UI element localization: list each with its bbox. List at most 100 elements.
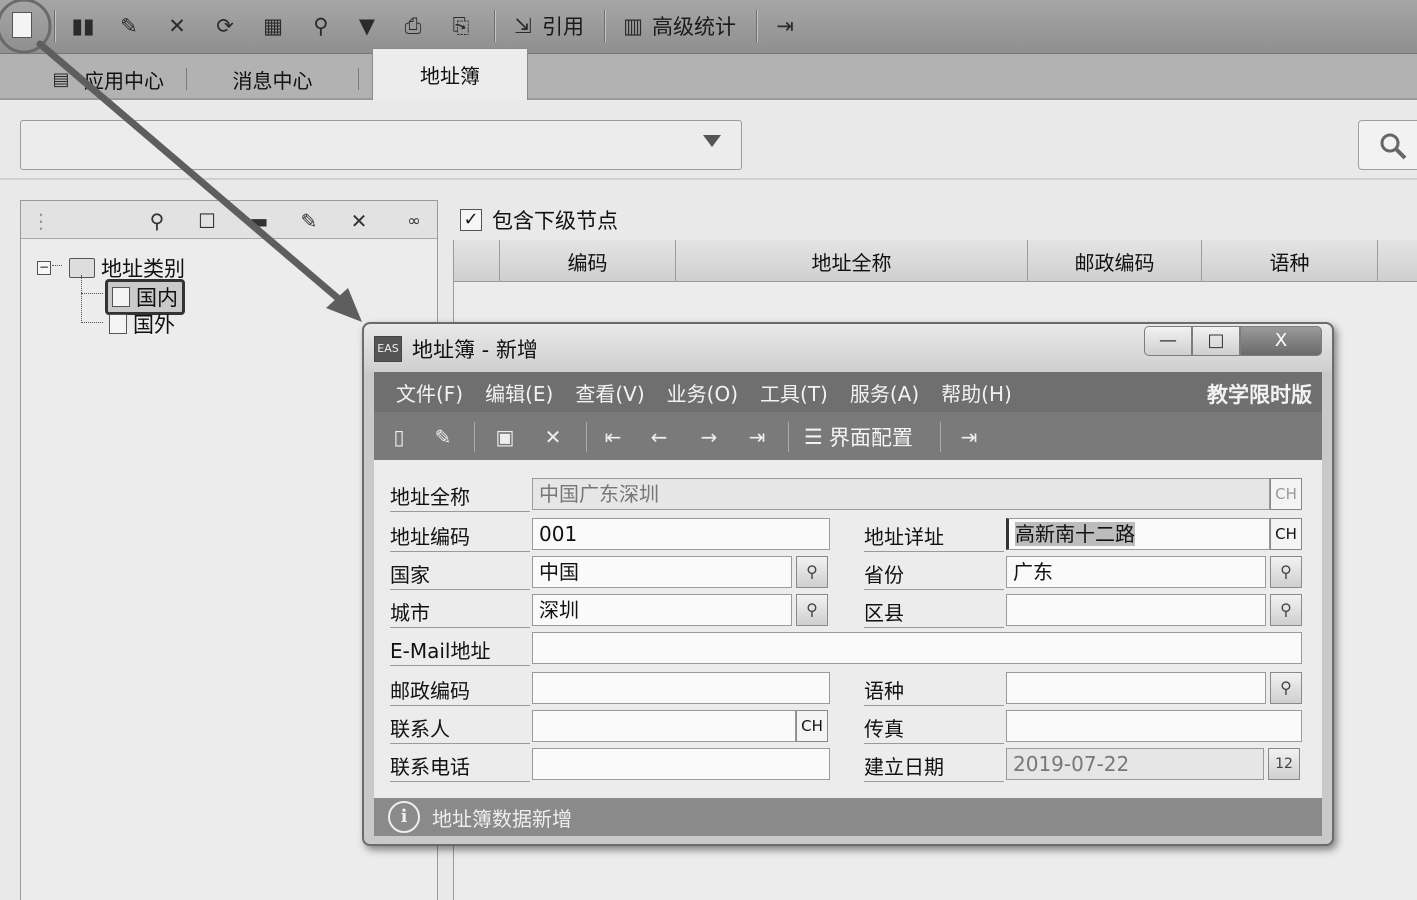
menu-help[interactable]: 帮助(H) bbox=[941, 378, 1012, 407]
calculator-icon: ▦ bbox=[263, 14, 283, 38]
drag-handle-icon[interactable]: ⋮ bbox=[29, 209, 53, 233]
binoculars-icon[interactable]: ∞ bbox=[397, 209, 431, 233]
last-record-icon[interactable]: ⇥ bbox=[744, 424, 770, 450]
delete-button[interactable]: ✕ bbox=[164, 8, 190, 44]
delete-icon[interactable]: ✕ bbox=[347, 209, 371, 233]
column-header-full-address[interactable]: 地址全称 bbox=[676, 240, 1028, 282]
tab-app-center[interactable]: ▤ 应用中心 bbox=[36, 60, 176, 98]
dialog-titlebar[interactable]: EAS 地址簿 - 新增 — □ X bbox=[364, 324, 1332, 372]
postal-code-field[interactable] bbox=[532, 672, 830, 704]
language-ch-button[interactable]: CH bbox=[1270, 478, 1302, 510]
tab-address-book[interactable]: 地址簿 bbox=[372, 48, 528, 100]
menu-tools[interactable]: 工具(T) bbox=[760, 378, 828, 407]
grid-row-header bbox=[454, 240, 500, 282]
first-record-icon[interactable]: ⇤ bbox=[600, 424, 626, 450]
quote-button[interactable]: ⇲ 引用 bbox=[510, 8, 584, 44]
edit-icon[interactable]: ✎ bbox=[297, 209, 321, 233]
advanced-stats-label: 高级统计 bbox=[652, 15, 736, 39]
full-address-field[interactable]: 中国广东深圳 bbox=[532, 478, 1270, 510]
fax-field[interactable] bbox=[1006, 710, 1302, 742]
district-lookup-icon[interactable]: ⚲ bbox=[1270, 594, 1302, 626]
delete-icon[interactable]: ✕ bbox=[540, 424, 566, 450]
menu-business[interactable]: 业务(O) bbox=[667, 378, 738, 407]
filter-button[interactable]: ▼ bbox=[354, 8, 380, 44]
dialog-statusbar: i 地址簿数据新增 bbox=[374, 798, 1322, 836]
created-date-field[interactable]: 2019-07-22 bbox=[1006, 748, 1264, 780]
column-label: 语种 bbox=[1269, 250, 1310, 275]
language-ch-button[interactable]: CH bbox=[796, 710, 828, 742]
toolbar-separator bbox=[586, 422, 587, 452]
tree-node-foreign[interactable]: 国外 bbox=[109, 309, 175, 339]
menu-file[interactable]: 文件(F) bbox=[396, 378, 463, 407]
address-code-label: 地址编码 bbox=[390, 522, 530, 552]
collapse-icon[interactable]: − bbox=[37, 261, 51, 275]
country-lookup-icon[interactable]: ⚲ bbox=[796, 556, 828, 588]
print-button[interactable]: ⎙ bbox=[400, 8, 426, 44]
search-icon[interactable]: ⚲ bbox=[145, 209, 169, 233]
delete-icon: ✕ bbox=[168, 14, 186, 38]
print-preview-button[interactable]: ⎘ bbox=[448, 8, 474, 44]
exit-icon[interactable]: ⇥ bbox=[956, 424, 982, 450]
column-header-code[interactable]: 编码 bbox=[500, 240, 676, 282]
new-doc-icon[interactable]: ▯ bbox=[386, 424, 412, 450]
maximize-button[interactable]: □ bbox=[1192, 326, 1240, 356]
address-detail-field[interactable]: 高新南十二路 bbox=[1006, 518, 1270, 550]
address-code-field[interactable]: 001 bbox=[532, 518, 830, 550]
created-date-label: 建立日期 bbox=[864, 752, 1004, 782]
calendar-icon[interactable]: 12 bbox=[1268, 748, 1300, 780]
calculator-button[interactable]: ▦ bbox=[260, 8, 286, 44]
column-label: 邮政编码 bbox=[1074, 250, 1155, 275]
district-field[interactable] bbox=[1006, 594, 1266, 626]
column-header-postal-code[interactable]: 邮政编码 bbox=[1028, 240, 1202, 282]
tab-separator bbox=[358, 68, 359, 90]
menu-edit[interactable]: 编辑(E) bbox=[485, 378, 553, 407]
advanced-stats-button[interactable]: ▥ 高级统计 bbox=[620, 8, 736, 44]
new-doc-icon[interactable] bbox=[8, 8, 38, 44]
binoculars-button[interactable]: ▮▮ bbox=[70, 8, 96, 44]
exit-button[interactable]: ⇥ bbox=[772, 8, 798, 44]
app-center-icon: ▤ bbox=[52, 68, 70, 90]
checkmark-icon[interactable]: ✓ bbox=[460, 209, 482, 231]
filter-icon: ▼ bbox=[358, 14, 376, 38]
tab-message-center[interactable]: 消息中心 bbox=[200, 60, 345, 98]
quote-icon: ⇲ bbox=[514, 14, 532, 38]
contact-field[interactable] bbox=[532, 710, 796, 742]
toolbar-separator bbox=[788, 422, 789, 452]
language-lookup-icon[interactable]: ⚲ bbox=[1270, 672, 1302, 704]
print-preview-icon: ⎘ bbox=[452, 13, 470, 38]
city-field[interactable]: 深圳 bbox=[532, 594, 792, 626]
save-icon[interactable]: ▣ bbox=[492, 424, 518, 450]
previous-record-icon[interactable]: ← bbox=[646, 424, 672, 450]
find-button[interactable]: ⚲ bbox=[308, 8, 334, 44]
minimize-button[interactable]: — bbox=[1144, 326, 1192, 356]
chevron-down-icon[interactable] bbox=[703, 135, 721, 147]
province-lookup-icon[interactable]: ⚲ bbox=[1270, 556, 1302, 588]
country-field[interactable]: 中国 bbox=[532, 556, 792, 588]
menu-view[interactable]: 查看(V) bbox=[575, 378, 644, 407]
next-record-icon[interactable]: → bbox=[696, 424, 722, 450]
close-button[interactable]: X bbox=[1240, 326, 1322, 356]
refresh-button[interactable]: ⟳ bbox=[212, 8, 238, 44]
tree-line bbox=[81, 293, 103, 294]
city-lookup-icon[interactable]: ⚲ bbox=[796, 594, 828, 626]
email-field[interactable] bbox=[532, 632, 1302, 664]
ui-config-label: 界面配置 bbox=[828, 426, 913, 450]
language-ch-button[interactable]: CH bbox=[1270, 518, 1302, 550]
ui-config-button[interactable]: ☰ 界面配置 bbox=[804, 422, 913, 452]
filter-combobox[interactable] bbox=[20, 120, 742, 170]
phone-field[interactable] bbox=[532, 748, 830, 780]
edit-button[interactable]: ✎ bbox=[116, 8, 142, 44]
include-subnodes-checkbox[interactable]: ✓ 包含下级节点 bbox=[460, 205, 618, 235]
quote-label: 引用 bbox=[542, 15, 584, 39]
status-text: 地址簿数据新增 bbox=[432, 806, 572, 831]
language-field[interactable] bbox=[1006, 672, 1266, 704]
save-icon[interactable]: ▬ bbox=[247, 209, 271, 233]
edit-icon[interactable]: ✎ bbox=[430, 424, 456, 450]
postal-code-label: 邮政编码 bbox=[390, 676, 530, 706]
add-node-icon[interactable]: ☐ bbox=[195, 209, 219, 233]
column-header-language[interactable]: 语种 bbox=[1202, 240, 1378, 282]
province-field[interactable]: 广东 bbox=[1006, 556, 1266, 588]
search-button[interactable] bbox=[1358, 120, 1417, 170]
exit-icon: ⇥ bbox=[776, 14, 794, 38]
menu-service[interactable]: 服务(A) bbox=[850, 378, 919, 407]
